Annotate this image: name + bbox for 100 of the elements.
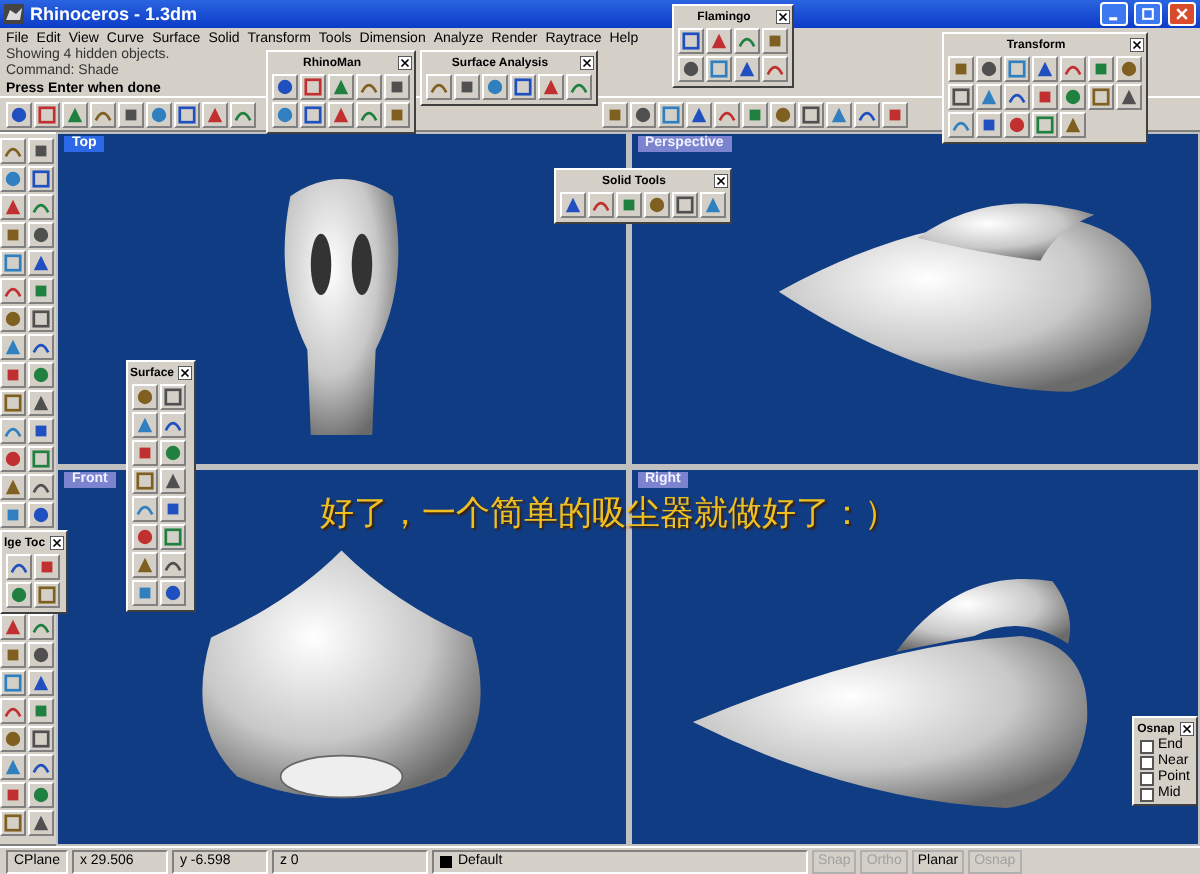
toolbar-button[interactable] (132, 440, 158, 466)
toolbar-button[interactable] (132, 384, 158, 410)
toolbar-button[interactable] (28, 222, 54, 248)
toolbar-button[interactable] (28, 782, 54, 808)
toolbar-button[interactable] (1116, 56, 1142, 82)
toolbar-button[interactable] (28, 418, 54, 444)
toolbar-button[interactable] (706, 56, 732, 82)
toolbar-button[interactable] (356, 74, 382, 100)
toolbar-button[interactable] (706, 28, 732, 54)
toolbar-button[interactable] (28, 194, 54, 220)
toolbar-button[interactable] (34, 101, 60, 127)
toolbar-button[interactable] (34, 582, 60, 608)
toolbar-button[interactable] (28, 250, 54, 276)
toolbar-button[interactable] (798, 101, 824, 127)
toolbar-button[interactable] (28, 474, 54, 500)
toolbar-button[interactable] (1060, 112, 1086, 138)
toolbar-button[interactable] (160, 412, 186, 438)
toolbar-button[interactable] (588, 192, 614, 218)
toolbar-button[interactable] (160, 496, 186, 522)
toolbar-button[interactable] (0, 390, 26, 416)
toolbar-button[interactable] (734, 28, 760, 54)
toolbar-button[interactable] (678, 56, 704, 82)
close-button[interactable] (1179, 722, 1194, 736)
toolbar-button[interactable] (0, 670, 26, 696)
toolbar-button[interactable] (28, 446, 54, 472)
toolbar-button[interactable] (6, 554, 32, 580)
toolbar-button[interactable] (1060, 56, 1086, 82)
toolbar-button[interactable] (1004, 84, 1030, 110)
toolbar-button[interactable] (160, 524, 186, 550)
toolbar-button[interactable] (854, 101, 880, 127)
toolbar-button[interactable] (384, 102, 410, 128)
toolbar-button[interactable] (0, 614, 26, 640)
close-button[interactable] (398, 56, 412, 70)
toolbar-button[interactable] (0, 278, 26, 304)
toolbar-button[interactable] (510, 74, 536, 100)
toolbar-button[interactable] (28, 138, 54, 164)
toolbar-button[interactable] (118, 101, 144, 127)
toolbar-button[interactable] (0, 502, 26, 528)
toolbar-button[interactable] (300, 102, 326, 128)
toolbar-button[interactable] (1004, 56, 1030, 82)
toolbar-button[interactable] (976, 84, 1002, 110)
toolbar-button[interactable] (28, 278, 54, 304)
toolbar-button[interactable] (0, 334, 26, 360)
toolbar-button[interactable] (482, 74, 508, 100)
toolbar-button[interactable] (6, 582, 32, 608)
toolbar-button[interactable] (976, 56, 1002, 82)
toolbar-button[interactable] (948, 84, 974, 110)
toolbar-button[interactable] (0, 754, 26, 780)
toolbar-button[interactable] (644, 192, 670, 218)
toolbar-button[interactable] (132, 412, 158, 438)
toolbar-button[interactable] (762, 28, 788, 54)
close-button[interactable] (579, 56, 594, 70)
toolbar-button[interactable] (132, 580, 158, 606)
close-button[interactable] (1130, 38, 1144, 52)
close-button[interactable] (178, 366, 193, 380)
toolbar-button[interactable] (34, 554, 60, 580)
toolbar-button[interactable] (28, 166, 54, 192)
close-button[interactable] (775, 10, 790, 24)
toolbar-button[interactable] (28, 502, 54, 528)
toolbar-button[interactable] (616, 192, 642, 218)
toolbar-button[interactable] (0, 810, 26, 836)
toolbar-button[interactable] (1032, 56, 1058, 82)
toolbar-button[interactable] (1116, 84, 1142, 110)
toolbar-button[interactable] (356, 102, 382, 128)
toolbar-button[interactable] (160, 384, 186, 410)
toolbar-button[interactable] (384, 74, 410, 100)
toolbar-button[interactable] (1088, 56, 1114, 82)
toolbar-button[interactable] (700, 192, 726, 218)
checkbox[interactable] (1140, 787, 1154, 801)
toolbar-button[interactable] (28, 754, 54, 780)
checkbox[interactable] (1140, 771, 1154, 785)
toolbar-button[interactable] (28, 390, 54, 416)
toolbar-button[interactable] (160, 580, 186, 606)
toolbar-button[interactable] (62, 101, 88, 127)
toolbar-button[interactable] (566, 74, 592, 100)
toolbar-button[interactable] (28, 698, 54, 724)
minimize-button[interactable] (1100, 2, 1128, 26)
toolbar-button[interactable] (132, 552, 158, 578)
toolbar-button[interactable] (132, 496, 158, 522)
toolbar-button[interactable] (658, 101, 684, 127)
toolbar-button[interactable] (686, 101, 712, 127)
toolbar-button[interactable] (734, 56, 760, 82)
toolbar-button[interactable] (174, 101, 200, 127)
toolbar-button[interactable] (0, 306, 26, 332)
toolbar-button[interactable] (0, 698, 26, 724)
toolbar-button[interactable] (0, 782, 26, 808)
toolbar-button[interactable] (300, 74, 326, 100)
toolbar-button[interactable] (0, 194, 26, 220)
toolbar-button[interactable] (426, 74, 452, 100)
toolbar-button[interactable] (28, 334, 54, 360)
checkbox[interactable] (1140, 755, 1154, 769)
toolbar-button[interactable] (948, 56, 974, 82)
toolbar-button[interactable] (1088, 84, 1114, 110)
toolbar-button[interactable] (28, 642, 54, 668)
toolbar-button[interactable] (0, 474, 26, 500)
toolbar-button[interactable] (160, 468, 186, 494)
toolbar-button[interactable] (1032, 112, 1058, 138)
toolbar-button[interactable] (672, 192, 698, 218)
toolbar-button[interactable] (0, 250, 26, 276)
toolbar-button[interactable] (1004, 112, 1030, 138)
